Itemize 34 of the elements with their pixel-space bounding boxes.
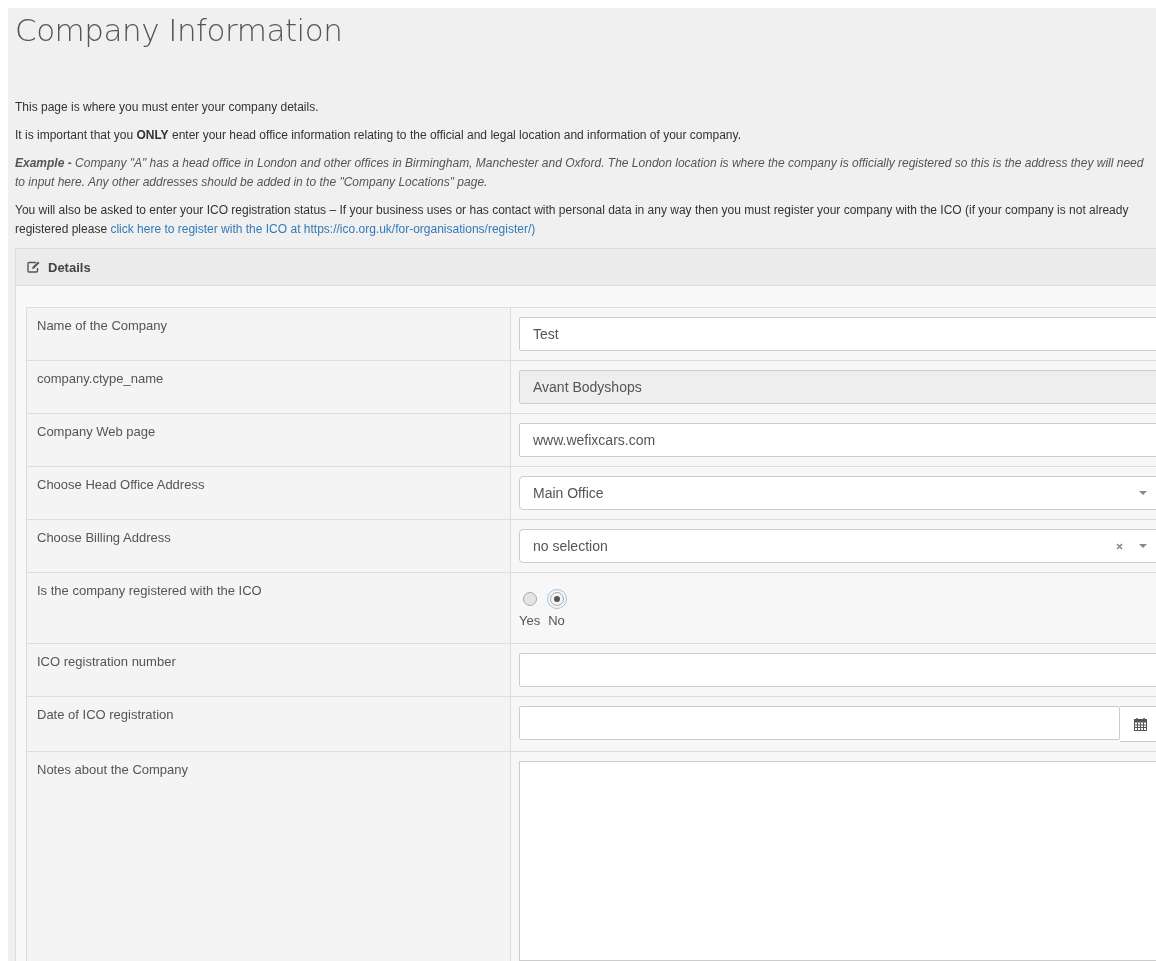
text-input[interactable]: Avant Bodyshops bbox=[519, 370, 1156, 404]
date-input[interactable] bbox=[519, 706, 1120, 740]
clear-icon[interactable] bbox=[1116, 542, 1123, 550]
radio-label: No bbox=[548, 613, 565, 628]
field-label: Choose Billing Address bbox=[26, 519, 511, 573]
text-input[interactable] bbox=[519, 653, 1156, 687]
panel-title: Details bbox=[48, 259, 91, 275]
caret-icon bbox=[1139, 491, 1147, 495]
field-label: Company Web page bbox=[26, 413, 511, 467]
field-label: Choose Head Office Address bbox=[26, 466, 511, 520]
intro-text: This page is where you must enter your company details. bbox=[15, 99, 320, 116]
ico-register-link[interactable]: click here to register with the ICO at https://ico.org.uk/for-organisations/register/) bbox=[110, 222, 536, 236]
text-input[interactable]: Test bbox=[519, 317, 1156, 351]
field-label: ICO registration number bbox=[26, 643, 511, 697]
page-title: Company Information bbox=[15, 11, 344, 50]
radio-button[interactable] bbox=[522, 592, 537, 606]
field-label: Is the company registered with the ICO bbox=[26, 572, 511, 644]
select-dropdown[interactable]: Main Office bbox=[519, 476, 1156, 510]
edit-icon bbox=[27, 261, 40, 273]
caret-icon bbox=[1139, 544, 1147, 548]
calendar-button[interactable] bbox=[1120, 706, 1156, 742]
field-label: Name of the Company bbox=[26, 307, 511, 361]
select-dropdown[interactable]: no selection bbox=[519, 529, 1156, 563]
field-label: Date of ICO registration bbox=[26, 696, 511, 752]
radio-button[interactable] bbox=[549, 592, 564, 606]
field-label: company.ctype_name bbox=[26, 360, 511, 414]
example-text: Example - Company "A" has a head office in London and other offices in Birmingham, Manchester and Oxford. The London location is where the company is officially registered so this is the address they will need to input here. Any other addresses should be added in to the "Company Locations" page. bbox=[15, 155, 1145, 191]
radio-label: Yes bbox=[519, 613, 541, 628]
calendar-icon bbox=[1133, 717, 1147, 731]
text-input[interactable]: www.wefixcars.com bbox=[519, 423, 1156, 457]
ico-notice-text: You will also be asked to enter your ICO registration status – If your business uses or has contact with personal data in any way then you must register your company with the ICO (if your company is not already registered please click here to register with the ICO at https://ico.org.uk/for-organisations/register/) bbox=[15, 202, 1130, 238]
intro-text: It is important that you ONLY enter your head office information relating to the official and legal location and information of your company. bbox=[15, 127, 742, 144]
notes-textarea[interactable] bbox=[519, 761, 1156, 961]
field-label: Notes about the Company bbox=[26, 751, 511, 961]
